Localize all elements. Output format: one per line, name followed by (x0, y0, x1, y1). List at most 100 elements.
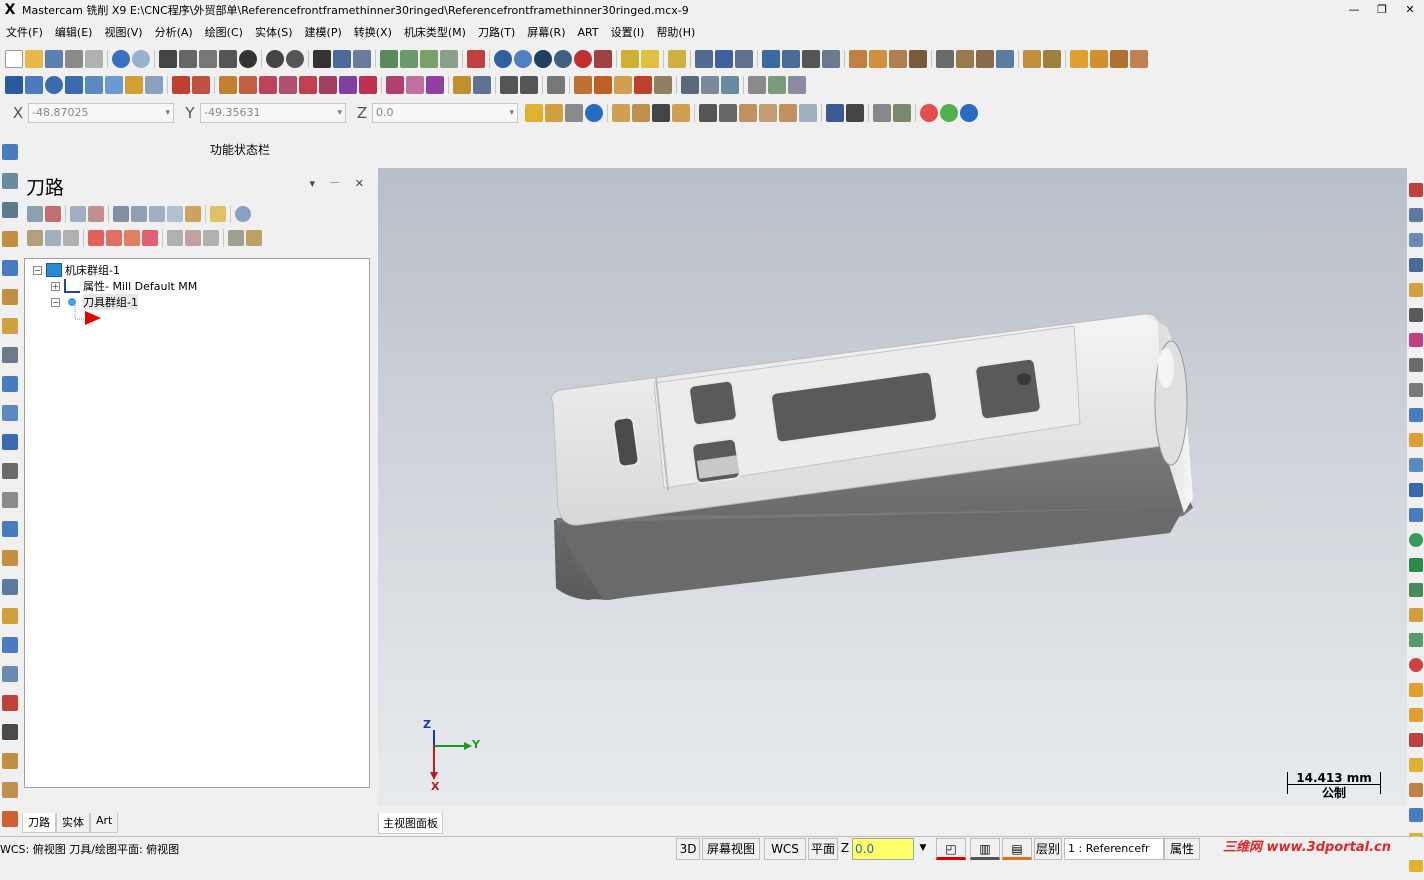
menu-toolpaths[interactable]: 刀路(T) (472, 24, 521, 40)
analyze-distance-icon[interactable] (453, 76, 471, 94)
part-icon[interactable] (1023, 50, 1041, 68)
box-icon[interactable] (956, 50, 974, 68)
backplot-icon[interactable] (149, 206, 165, 222)
help-circle-icon[interactable] (960, 104, 978, 122)
unzoom-icon[interactable] (266, 50, 284, 68)
tree-node-properties[interactable]: + 属性 - Mill Default MM (51, 278, 197, 294)
boolean-icon[interactable] (2, 405, 18, 421)
arc-icon[interactable] (85, 76, 103, 94)
menu-solids[interactable]: 实体(S) (249, 24, 299, 40)
rt-box-icon[interactable] (1409, 608, 1423, 622)
cylinder-icon[interactable] (125, 76, 143, 94)
rt-line-icon[interactable] (1409, 508, 1423, 522)
cursor-options-icon[interactable] (565, 104, 583, 122)
insert-arrow-icon[interactable] (124, 230, 140, 246)
plane-button[interactable]: 平面 (808, 838, 838, 860)
move-up-icon[interactable] (106, 230, 122, 246)
import-icon[interactable] (849, 50, 867, 68)
zoom-window-icon[interactable] (199, 50, 217, 68)
cancel-icon[interactable] (920, 104, 938, 122)
select-all-icon[interactable] (652, 104, 670, 122)
dimension-vertical-icon[interactable] (520, 76, 538, 94)
surface-icon[interactable] (145, 76, 163, 94)
top-view-icon[interactable] (380, 50, 398, 68)
deselect-failed-icon[interactable] (88, 206, 104, 222)
nest-icon[interactable] (426, 76, 444, 94)
line-icon[interactable] (25, 76, 43, 94)
g1-verify-icon[interactable] (167, 206, 183, 222)
scroll-arrow-icon[interactable] (142, 230, 158, 246)
sum-icon[interactable] (802, 50, 820, 68)
z-depth-field[interactable]: 0.0 (852, 838, 914, 860)
pointer-icon[interactable] (719, 104, 737, 122)
xform-move-icon[interactable] (219, 76, 237, 94)
window-select-icon[interactable] (699, 104, 717, 122)
pencil-icon[interactable] (621, 50, 639, 68)
view-dropdown-icon[interactable] (467, 50, 485, 68)
toggle-display-icon[interactable] (45, 230, 61, 246)
rt-bolt-icon[interactable] (1409, 433, 1423, 447)
part-frame-icon[interactable] (1043, 50, 1061, 68)
box-open-icon[interactable] (2, 753, 18, 769)
stack-layers-icon[interactable] (2, 173, 18, 189)
rt-arrow-icon[interactable] (1409, 383, 1423, 397)
cube-cut-icon[interactable] (2, 318, 18, 334)
paste-window-icon[interactable] (1130, 50, 1148, 68)
rt-circle-icon[interactable] (1409, 533, 1423, 547)
upload-icon[interactable] (2, 144, 18, 160)
box-stack-icon[interactable] (2, 782, 18, 798)
extrude-icon[interactable] (2, 260, 18, 276)
rotate-icon[interactable] (313, 50, 331, 68)
dimension-horizontal-icon[interactable] (500, 76, 518, 94)
undo-feature-icon[interactable] (2, 811, 18, 827)
remove-icon[interactable] (2, 695, 18, 711)
post-icon[interactable] (185, 206, 201, 222)
menu-create[interactable]: 绘图(C) (199, 24, 249, 40)
undo-icon[interactable] (112, 50, 130, 68)
stock-view-icon[interactable] (721, 76, 739, 94)
line-style-button[interactable]: ▥ (970, 838, 1000, 860)
menu-xform[interactable]: 转换(X) (348, 24, 398, 40)
x-coordinate-field[interactable]: -48.87025 (28, 103, 174, 123)
select-only-icon[interactable] (672, 104, 690, 122)
array-icon[interactable] (406, 76, 424, 94)
rt-cancel-icon[interactable] (1409, 658, 1423, 672)
solid-revolve-icon[interactable] (768, 76, 786, 94)
face-select-icon[interactable] (759, 104, 777, 122)
verify-select-icon[interactable] (826, 104, 844, 122)
regenerate-icon[interactable] (113, 206, 129, 222)
unzoom-previous-icon[interactable] (286, 50, 304, 68)
globe-icon[interactable] (494, 50, 512, 68)
restore-button[interactable]: ❐ (1368, 0, 1396, 20)
collapse-icon[interactable]: − (51, 297, 60, 307)
menu-file[interactable]: 文件(F) (0, 24, 49, 40)
menu-model[interactable]: 建模(P) (299, 24, 348, 40)
fit-screen-icon[interactable] (159, 50, 177, 68)
print-preview-icon[interactable] (85, 50, 103, 68)
minimize-button[interactable]: — (1340, 0, 1368, 20)
mill-3d-icon[interactable] (654, 76, 672, 94)
wcs-button[interactable]: WCS (764, 838, 806, 860)
rt-bolt6-icon[interactable] (1409, 858, 1423, 872)
wireframe-icon[interactable] (534, 50, 552, 68)
xform-stretch-icon[interactable] (339, 76, 357, 94)
zoom-target-icon[interactable] (219, 50, 237, 68)
xform-mirror-icon[interactable] (239, 76, 257, 94)
trim-break-icon[interactable] (172, 76, 190, 94)
menu-settings[interactable]: 设置(I) (605, 24, 651, 40)
push-pull-icon[interactable] (2, 608, 18, 624)
edit-window-icon[interactable] (1090, 50, 1108, 68)
surface-color-button[interactable]: ▤ (1002, 838, 1032, 860)
circle-icon[interactable] (45, 76, 63, 94)
rt-bolt2-icon[interactable] (1409, 683, 1423, 697)
rt-folder-icon[interactable] (1409, 283, 1423, 297)
fast-point-icon[interactable] (525, 104, 543, 122)
iso-view-icon[interactable] (440, 50, 458, 68)
color-button[interactable]: ◰ (936, 838, 966, 860)
attributes-button[interactable]: 属性 (1164, 838, 1200, 860)
mill-drill-icon[interactable] (634, 76, 652, 94)
mill-pocket-icon[interactable] (594, 76, 612, 94)
panel-help-icon[interactable] (235, 206, 251, 222)
tree-node-machine-group[interactable]: − 机床群组-1 (33, 262, 120, 278)
grid-icon[interactable] (735, 50, 753, 68)
